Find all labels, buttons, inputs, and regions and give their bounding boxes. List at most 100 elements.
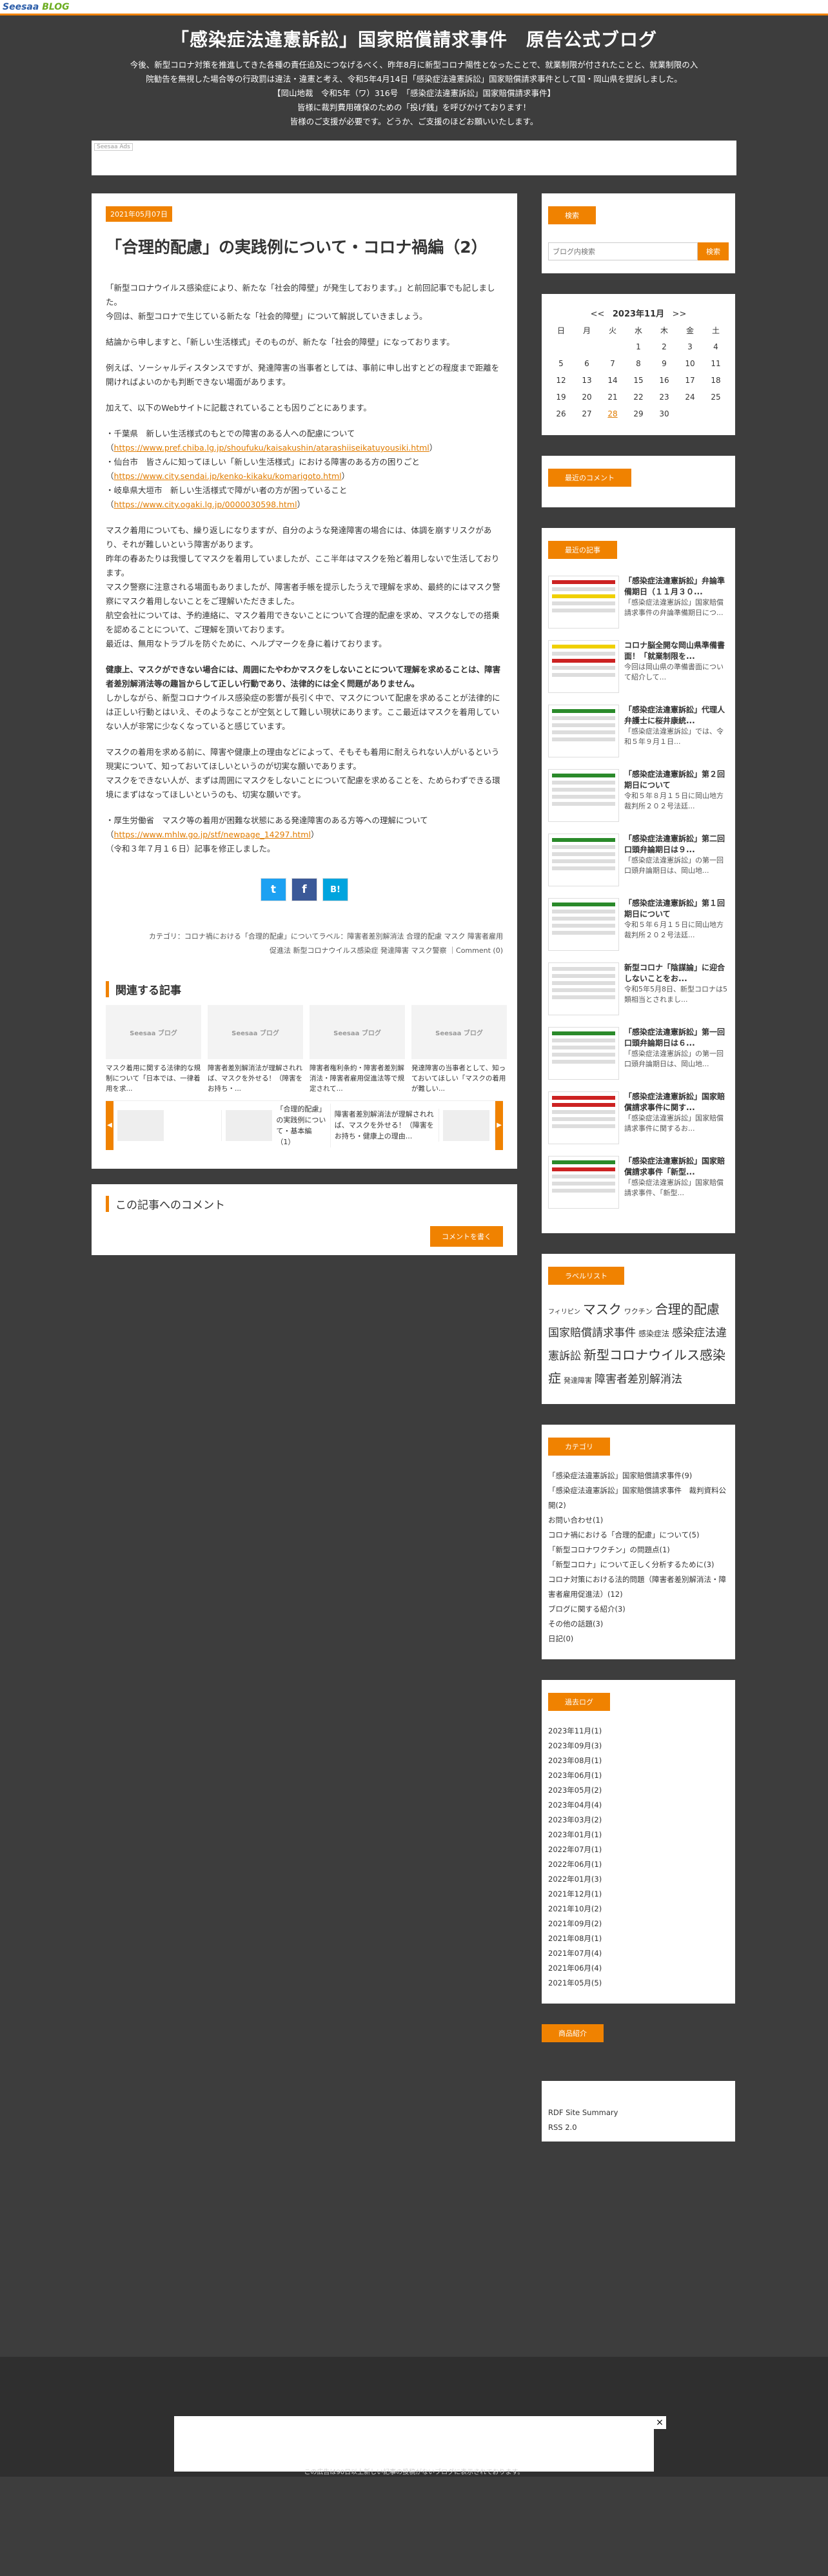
seesaa-blog-logo[interactable]: Seesaa BLOG	[3, 2, 70, 12]
thumbnail-bar	[552, 910, 615, 913]
category-link[interactable]: その他の話題(3)	[548, 1617, 729, 1632]
category-link[interactable]: 「新型コロナワクチン」の問題点(1)	[548, 1543, 729, 1557]
recent-post-title[interactable]: 「感染症法違憲訴訟」国家賠償請求事件に関す...	[624, 1091, 729, 1113]
recent-post-item[interactable]: 「感染症法違憲訴訟」第二回口頭弁論期日は９... 「感染症法違憲訴訟」の第一回口頭…	[548, 834, 729, 889]
calendar-day[interactable]: 28	[600, 405, 626, 422]
category-link[interactable]: 日記(0)	[548, 1632, 729, 1646]
recent-post-item[interactable]: 「感染症法違憲訴訟」国家賠償請求事件「新型... 「感染症法違憲訴訟」国家賠償請求…	[548, 1156, 729, 1211]
category-link[interactable]: ブログに関する紹介(3)	[548, 1602, 729, 1617]
category-link[interactable]: コロナ対策における法的問題（障害者差別解消法・障害者雇用促進法）(12)	[548, 1572, 729, 1602]
blog-search-input[interactable]	[548, 242, 698, 260]
recent-post-item[interactable]: 「感染症法違憲訴訟」弁論準備期日（１１月３０... 「感染症法違憲訴訟」国家賠償請…	[548, 576, 729, 631]
recent-post-title[interactable]: 「感染症法違憲訴訟」第一回口頭弁論期日は６...	[624, 1027, 729, 1049]
calendar-prev[interactable]: <<	[591, 309, 605, 319]
twitter-share-icon[interactable]: t	[261, 878, 286, 901]
post-title[interactable]: 「合理的配慮」の実践例について・コロナ禍編（2）	[106, 235, 503, 258]
facebook-share-icon[interactable]: f	[291, 878, 317, 901]
post-labels-line[interactable]: 促進法 新型コロナウイルス感染症 発達障害 マスク警察 ｜Comment (0)	[106, 944, 503, 958]
recent-post-item[interactable]: 「感染症法違憲訴訟」第２回期日について 令和５年８月１５日に岡山地方裁判所２０２号…	[548, 769, 729, 825]
label-tag[interactable]: 国家賠償請求事件	[548, 1327, 636, 1340]
recent-post-item[interactable]: 「感染症法違憲訴訟」国家賠償請求事件に関す... 「感染症法違憲訴訟」国家賠償請求…	[548, 1091, 729, 1147]
related-item[interactable]: Seesaa ブログ 障害者差別解消法が理解されれば、マスクを外せる！（障害をお持…	[208, 1005, 303, 1094]
related-list: Seesaa ブログ マスク着用に関する法律的な規制について「日本では、一律着用を…	[106, 1005, 507, 1094]
slider-item[interactable]: 「合理的配慮」の実践例について・基本編（1）	[222, 1103, 331, 1147]
category-link[interactable]: 「感染症法違憲訴訟」国家賠償請求事件(9)	[548, 1469, 729, 1483]
recent-post-title[interactable]: 「感染症法違憲訴訟」第１回期日について	[624, 898, 729, 920]
slider-next-icon[interactable]: ▶	[495, 1100, 503, 1150]
recent-post-title[interactable]: 「感染症法違憲訴訟」弁論準備期日（１１月３０...	[624, 576, 729, 598]
label-tag[interactable]: フィリピン	[548, 1309, 580, 1316]
category-link[interactable]: コロナ禍における「合理的配慮」について(5)	[548, 1528, 729, 1543]
archive-link[interactable]: 2022年06月(1)	[548, 1857, 729, 1872]
recent-post-item[interactable]: 「感染症法違憲訴訟」第１回期日について 令和５年６月１５日に岡山地方裁判所２０２号…	[548, 898, 729, 953]
category-link[interactable]: お問い合わせ(1)	[548, 1513, 729, 1528]
recent-post-title[interactable]: 「感染症法違憲訴訟」国家賠償請求事件「新型...	[624, 1156, 729, 1178]
archive-link[interactable]: 2023年09月(3)	[548, 1739, 729, 1753]
calendar-week: 26 27 28 29 30	[548, 405, 729, 422]
blog-title[interactable]: 「感染症法違憲訴訟」国家賠償請求事件 原告公式ブログ	[77, 26, 751, 52]
bottom-ad-banner[interactable]	[174, 2416, 654, 2472]
archive-link[interactable]: 2021年07月(4)	[548, 1946, 729, 1961]
recent-post-title[interactable]: コロナ脳全開な岡山県準備書面！「就業制限を...	[624, 640, 729, 662]
archive-link[interactable]: 2023年04月(4)	[548, 1798, 729, 1813]
recent-post-thumbnail	[548, 1156, 619, 1209]
archive-link[interactable]: 2021年12月(1)	[548, 1887, 729, 1902]
close-icon[interactable]: ×	[653, 2416, 666, 2429]
label-tag[interactable]: ワクチン	[624, 1307, 653, 1316]
post-category-line[interactable]: カテゴリ：コロナ禍における「合理的配慮」についてラベル：障害者差別解消法 合理的…	[106, 930, 503, 944]
related-item[interactable]: Seesaa ブログ 発達障害の当事者として、知っておいてほしい「マスクの着用が難…	[411, 1005, 507, 1094]
archive-link[interactable]: 2023年08月(1)	[548, 1753, 729, 1768]
archive-widget: 過去ログ 2023年11月(1) 2023年09月(3) 2023年08月(1) 20…	[542, 1680, 735, 2004]
ogaki-link[interactable]: https://www.city.ogaki.lg.jp/0000030598.…	[114, 500, 297, 509]
slider-prev-icon[interactable]: ◀	[106, 1100, 113, 1150]
label-tag[interactable]: 感染症法	[638, 1329, 669, 1338]
archive-link[interactable]: 2021年05月(5)	[548, 1976, 729, 1991]
slider-item[interactable]	[113, 1109, 222, 1141]
archive-link[interactable]: 2021年10月(2)	[548, 1902, 729, 1917]
slider-item[interactable]	[439, 1109, 496, 1141]
recent-post-item[interactable]: コロナ脳全開な岡山県準備書面！「就業制限を... 今回は岡山県の準備書面について紹…	[548, 640, 729, 696]
archive-link[interactable]: 2023年11月(1)	[548, 1724, 729, 1739]
archive-link[interactable]: 2021年09月(2)	[548, 1917, 729, 1931]
archive-link[interactable]: 2023年06月(1)	[548, 1768, 729, 1783]
label-tag[interactable]: 障害者差別解消法	[595, 1373, 682, 1386]
related-item[interactable]: Seesaa ブログ 障害者権利条約・障害者差別解消法・障害者雇用促進法等で規定さ…	[310, 1005, 405, 1094]
header-line: 院勧告を無視した場合等の行政罰は違法・違憲と考え、令和5年4月14日「感染症法違…	[146, 74, 682, 84]
chiba-link[interactable]: https://www.pref.chiba.lg.jp/shoufuku/ka…	[114, 443, 429, 453]
write-comment-button[interactable]: コメントを書く	[430, 1226, 503, 1247]
recent-post-title[interactable]: 「感染症法違憲訴訟」代理人弁護士に桜井康統...	[624, 705, 729, 727]
archive-link[interactable]: 2022年01月(3)	[548, 1872, 729, 1887]
archive-link[interactable]: 2023年05月(2)	[548, 1783, 729, 1798]
recent-post-title[interactable]: 「感染症法違憲訴訟」第２回期日について	[624, 769, 729, 791]
archive-link[interactable]: 2022年07月(1)	[548, 1842, 729, 1857]
recent-post-item[interactable]: 「感染症法違憲訴訟」第一回口頭弁論期日は６... 「感染症法違憲訴訟」の第一回口頭…	[548, 1027, 729, 1082]
recent-post-item[interactable]: 新型コロナ「陰謀論」に迎合しないことをお... 令和5年5月8日、新型コロナは5類…	[548, 962, 729, 1018]
sendai-link[interactable]: https://www.city.sendai.jp/kenko-kikaku/…	[114, 471, 342, 481]
slider-item[interactable]: 障害者差別解消法が理解されれば、マスクを外せる！（障害をお持ち・健康上の理由..…	[331, 1109, 440, 1142]
top-ad-banner[interactable]: Seesaa Ads	[92, 141, 736, 175]
thumbnail-bar	[552, 1189, 615, 1193]
label-tag[interactable]: 合理的配慮	[655, 1302, 720, 1317]
category-link[interactable]: 「新型コロナ」について正しく分析するために(3)	[548, 1557, 729, 1572]
calendar-day: 15	[633, 376, 644, 385]
archive-link[interactable]: 2023年01月(1)	[548, 1828, 729, 1842]
archive-link[interactable]: 2021年08月(1)	[548, 1931, 729, 1946]
feed-link[interactable]: RSS 2.0	[548, 2120, 729, 2135]
post-paragraph: 例えば、ソーシャルディスタンスですが、発達障害の当事者としては、事前に申し出すと…	[106, 363, 500, 387]
recent-post-item[interactable]: 「感染症法違憲訴訟」代理人弁護士に桜井康統... 「感染症法違憲訴訟」では、令和５…	[548, 705, 729, 760]
recent-post-title[interactable]: 新型コロナ「陰謀論」に迎合しないことをお...	[624, 962, 729, 984]
label-tag[interactable]: マスク	[583, 1302, 622, 1317]
mhlw-link[interactable]: https://www.mhlw.go.jp/stf/newpage_14297…	[114, 830, 311, 839]
hatena-bookmark-icon[interactable]: B!	[322, 878, 348, 901]
feed-link[interactable]: RDF Site Summary	[548, 2105, 729, 2120]
archive-link[interactable]: 2021年06月(4)	[548, 1961, 729, 1976]
label-tag[interactable]: 発達障害	[564, 1376, 592, 1385]
calendar-day: 6	[584, 359, 589, 368]
calendar-day: 30	[659, 409, 669, 418]
search-button[interactable]: 検索	[698, 242, 729, 260]
recent-post-title[interactable]: 「感染症法違憲訴訟」第二回口頭弁論期日は９...	[624, 834, 729, 855]
related-item[interactable]: Seesaa ブログ マスク着用に関する法律的な規制について「日本では、一律着用を…	[106, 1005, 201, 1094]
archive-link[interactable]: 2023年03月(2)	[548, 1813, 729, 1828]
category-link[interactable]: 「感染症法違憲訴訟」国家賠償請求事件 裁判資料公開(2)	[548, 1483, 729, 1513]
calendar-next[interactable]: >>	[673, 309, 687, 319]
